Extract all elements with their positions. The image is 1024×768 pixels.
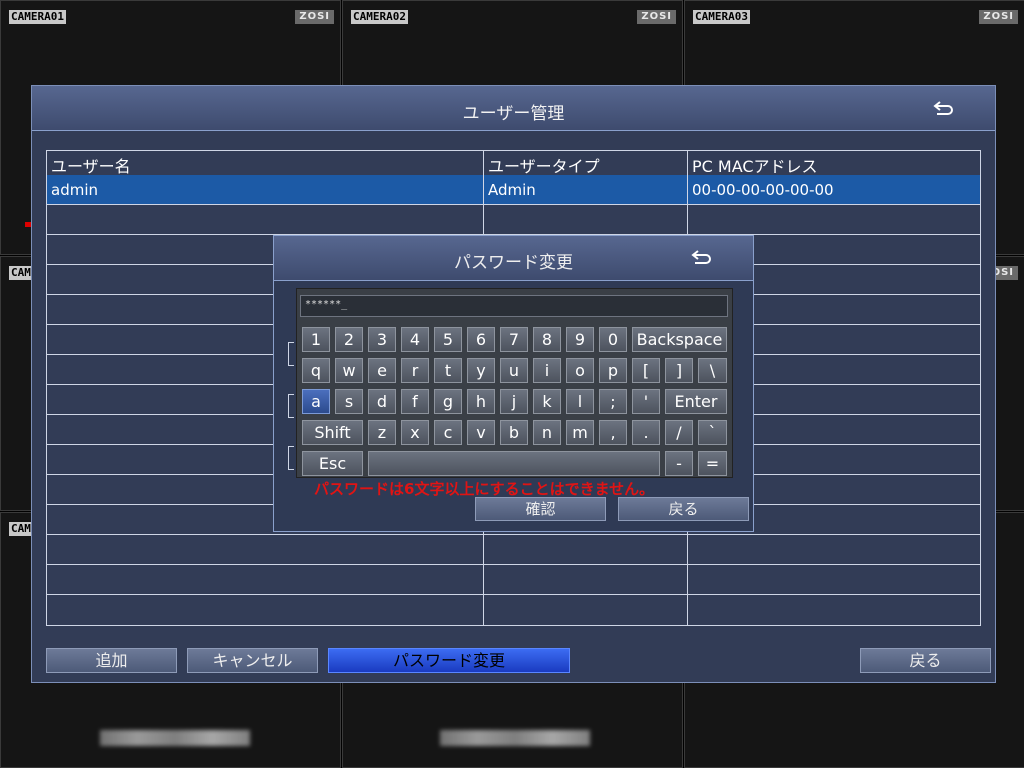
key-b[interactable]: b xyxy=(500,420,528,445)
key-3[interactable]: 3 xyxy=(368,327,396,352)
key-i[interactable]: i xyxy=(533,358,561,383)
key-8[interactable]: 8 xyxy=(533,327,561,352)
password-change-dialog: パスワード変更 ******_ 1 2 3 4 5 6 7 8 9 0 Back… xyxy=(273,235,754,532)
dialog-header: パスワード変更 xyxy=(274,236,753,281)
camera-label: CAMERA02 xyxy=(351,10,408,24)
key-s[interactable]: s xyxy=(335,389,363,414)
key-f[interactable]: f xyxy=(401,389,429,414)
key-9[interactable]: 9 xyxy=(566,327,594,352)
key-g[interactable]: g xyxy=(434,389,462,414)
key-backtick[interactable]: ` xyxy=(698,420,727,445)
key-q[interactable]: q xyxy=(302,358,330,383)
key-period[interactable]: . xyxy=(632,420,660,445)
cancel-button[interactable]: キャンセル xyxy=(187,648,318,673)
key-4[interactable]: 4 xyxy=(401,327,429,352)
key-2[interactable]: 2 xyxy=(335,327,363,352)
key-m[interactable]: m xyxy=(566,420,594,445)
key-backspace[interactable]: Backspace xyxy=(632,327,727,352)
key-space[interactable] xyxy=(368,451,660,476)
error-message: パスワードは6文字以上にすることはできません。 xyxy=(314,480,655,498)
key-enter[interactable]: Enter xyxy=(665,389,727,414)
confirm-button[interactable]: 確認 xyxy=(475,497,606,521)
camera-label: CAM xyxy=(9,522,33,536)
key-k[interactable]: k xyxy=(533,389,561,414)
hidden-field-edge xyxy=(288,342,294,366)
key-left-bracket[interactable]: [ xyxy=(632,358,660,383)
key-a[interactable]: a xyxy=(302,389,330,414)
key-l[interactable]: l xyxy=(566,389,594,414)
key-u[interactable]: u xyxy=(500,358,528,383)
key-minus[interactable]: - xyxy=(665,451,693,476)
key-h[interactable]: h xyxy=(467,389,495,414)
key-x[interactable]: x xyxy=(401,420,429,445)
return-arrow-icon[interactable] xyxy=(691,249,713,267)
add-button[interactable]: 追加 xyxy=(46,648,177,673)
key-d[interactable]: d xyxy=(368,389,396,414)
change-password-button[interactable]: パスワード変更 xyxy=(328,648,570,673)
window-title: ユーザー管理 xyxy=(462,104,565,124)
key-backslash[interactable]: \ xyxy=(698,358,727,383)
key-7[interactable]: 7 xyxy=(500,327,528,352)
column-header-usertype: ユーザータイプ xyxy=(488,157,600,176)
brand-logo: ZOSI xyxy=(637,10,676,24)
brand-logo: ZOSI xyxy=(295,10,334,24)
key-semicolon[interactable]: ; xyxy=(599,389,627,414)
camera-label: CAMERA01 xyxy=(9,10,66,24)
dialog-title: パスワード変更 xyxy=(454,253,573,273)
key-n[interactable]: n xyxy=(533,420,561,445)
blurred-overlay-text xyxy=(440,730,590,746)
row-divider xyxy=(47,564,980,565)
key-v[interactable]: v xyxy=(467,420,495,445)
virtual-keyboard: ******_ 1 2 3 4 5 6 7 8 9 0 Backspace q … xyxy=(296,288,733,478)
key-slash[interactable]: / xyxy=(665,420,693,445)
row-divider xyxy=(47,534,980,535)
cell-usertype: Admin xyxy=(488,181,536,199)
hidden-field-edge xyxy=(288,446,294,470)
window-header: ユーザー管理 xyxy=(32,86,995,131)
password-input[interactable]: ******_ xyxy=(300,295,728,317)
table-row[interactable]: admin Admin 00-00-00-00-00-00 xyxy=(47,175,980,204)
key-apostrophe[interactable]: ' xyxy=(632,389,660,414)
key-equals[interactable]: = xyxy=(698,451,727,476)
back-button[interactable]: 戻る xyxy=(860,648,991,673)
key-e[interactable]: e xyxy=(368,358,396,383)
blurred-overlay-text xyxy=(100,730,250,746)
key-0[interactable]: 0 xyxy=(599,327,627,352)
cell-username: admin xyxy=(51,181,98,199)
key-6[interactable]: 6 xyxy=(467,327,495,352)
key-t[interactable]: t xyxy=(434,358,462,383)
key-shift[interactable]: Shift xyxy=(302,420,363,445)
key-esc[interactable]: Esc xyxy=(302,451,363,476)
column-header-mac: PC MACアドレス xyxy=(692,157,818,176)
camera-label: CAM xyxy=(9,266,33,280)
key-w[interactable]: w xyxy=(335,358,363,383)
row-divider xyxy=(47,204,980,205)
dialog-back-button[interactable]: 戻る xyxy=(618,497,749,521)
hidden-field-edge xyxy=(288,394,294,418)
key-1[interactable]: 1 xyxy=(302,327,330,352)
row-divider xyxy=(47,594,980,595)
column-header-username: ユーザー名 xyxy=(51,157,131,176)
key-y[interactable]: y xyxy=(467,358,495,383)
table-header: ユーザー名 ユーザータイプ PC MACアドレス xyxy=(47,151,980,176)
return-arrow-icon[interactable] xyxy=(933,100,955,118)
key-r[interactable]: r xyxy=(401,358,429,383)
cell-mac: 00-00-00-00-00-00 xyxy=(692,181,834,199)
key-z[interactable]: z xyxy=(368,420,396,445)
key-comma[interactable]: , xyxy=(599,420,627,445)
key-5[interactable]: 5 xyxy=(434,327,462,352)
key-j[interactable]: j xyxy=(500,389,528,414)
camera-label: CAMERA03 xyxy=(693,10,750,24)
key-c[interactable]: c xyxy=(434,420,462,445)
key-p[interactable]: p xyxy=(599,358,627,383)
key-o[interactable]: o xyxy=(566,358,594,383)
key-right-bracket[interactable]: ] xyxy=(665,358,693,383)
brand-logo: ZOSI xyxy=(979,10,1018,24)
